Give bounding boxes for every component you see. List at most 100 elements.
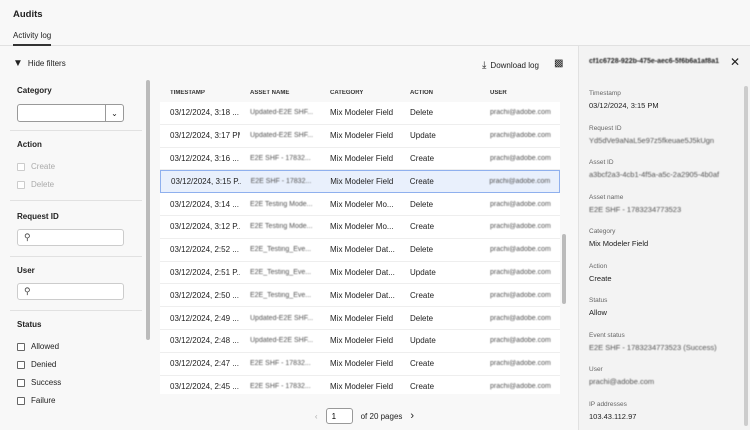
checkbox-success[interactable]: Success [17,378,61,387]
audit-table: TIMESTAMP ASSET NAME CATEGORY ACTION USE… [160,84,570,394]
cell-category: Mix Modeler Mo... [330,222,394,232]
table-row[interactable]: 03/12/2024, 3:14 ... E2E Testing Mode... M… [160,193,560,216]
filters-scrollbar[interactable] [146,80,150,340]
header: Audits Activity log [0,0,750,46]
cell-user: prachi@adobe.com [490,314,551,322]
cell-action: Update [410,131,436,141]
col-action[interactable]: ACTION [400,90,480,96]
col-user[interactable]: USER [480,90,560,96]
filters-panel: ▼ Hide filters Category ⌄ Action Create D… [0,46,152,430]
table-header: TIMESTAMP ASSET NAME CATEGORY ACTION USE… [160,84,570,102]
field-value: 103.43.112.97 [589,411,637,421]
table-row[interactable]: 03/12/2024, 3:15 P... E2E SHF - 17832... M… [160,170,560,194]
detail-field: Asset name E2E SHF - 1783234773523 [589,194,681,214]
cell-timestamp: 03/12/2024, 2:48 ... [170,336,239,346]
checkbox-failure[interactable]: Failure [17,396,55,405]
search-icon: ⚲ [24,286,31,296]
field-value: Create [589,273,612,283]
cell-user: prachi@adobe.com [490,382,551,390]
cell-category: Mix Modeler Field [330,313,394,323]
cell-user: prachi@adobe.com [490,223,551,231]
cell-user: prachi@adobe.com [490,200,551,208]
col-asset-name[interactable]: ASSET NAME [240,90,320,96]
download-log-button[interactable]: ⤓ Download log [482,60,539,71]
detail-field: IP addresses 103.43.112.97 [589,401,636,421]
cell-action: Delete [410,199,434,209]
cell-asset-name: Updated-E2E SHF... [250,132,314,140]
table-row[interactable]: 03/12/2024, 2:51 P... E2E_Testing_Eve... M… [160,261,560,285]
cell-action: Delete [410,245,434,255]
pagination: ‹ of 20 pages › [152,408,577,424]
column-settings-icon[interactable]: ▩ [554,58,563,69]
table-row[interactable]: 03/12/2024, 3:12 P... E2E Testing Mode...… [160,215,560,239]
field-label: Request ID [589,124,622,132]
col-timestamp[interactable]: TIMESTAMP [160,90,240,96]
table-row[interactable]: 03/12/2024, 2:45 ... E2E SHF - 17832... Mi… [160,375,560,394]
field-value: E2E SHF - 1783234773523 (Success) [589,342,717,352]
field-value: prachi@adobe.com [589,377,655,386]
table-row[interactable]: 03/12/2024, 2:47 ... E2E SHF - 17832... Mi… [160,352,560,376]
table-row[interactable]: 03/12/2024, 2:48 ... Updated-E2E SHF... Mi… [160,329,560,353]
table-row[interactable]: 03/12/2024, 3:18 ... Updated-E2E SHF... Mi… [160,102,560,125]
checkbox-denied[interactable]: Denied [17,360,56,369]
cell-category: Mix Modeler Field [330,359,394,369]
cell-asset-name: E2E SHF - 17832... [250,154,311,162]
cell-user: prachi@adobe.com [490,154,551,162]
detail-field: User prachi@adobe.com [589,366,654,386]
request-id-search-input[interactable]: ⚲ [17,229,124,246]
next-page-icon[interactable]: › [410,410,414,422]
field-label: Timestamp [589,90,621,97]
table-row[interactable]: 03/12/2024, 2:49 ... Updated-E2E SHF... Mi… [160,307,560,330]
cell-timestamp: 03/12/2024, 3:12 P... [170,222,240,232]
search-icon: ⚲ [24,232,31,242]
cell-category: Mix Modeler Field [330,108,394,118]
tab-activity-log[interactable]: Activity log [13,31,52,46]
cell-asset-name: Updated-E2E SHF... [250,314,314,322]
divider [10,256,142,257]
table-row[interactable]: 03/12/2024, 2:50 ... E2E_Testing_Eve... Mi… [160,284,560,308]
checkbox-delete[interactable]: Delete [17,180,54,189]
cell-user: prachi@adobe.com [490,291,551,299]
table-row[interactable]: 03/12/2024, 3:16 ... E2E SHF - 17832... Mi… [160,147,560,171]
chevron-down-icon[interactable]: ⌄ [105,105,123,121]
field-label: Action [589,262,608,270]
detail-scrollbar[interactable] [744,86,748,426]
cell-action: Create [410,222,435,232]
detail-panel: cf1c6728-922b-475e-aec6-5f6b6a1af8a1 ✕ T… [578,46,750,430]
cell-timestamp: 03/12/2024, 3:16 ... [170,153,239,163]
category-select[interactable]: ⌄ [17,104,124,122]
close-icon[interactable]: ✕ [730,55,740,69]
col-category[interactable]: CATEGORY [320,90,400,96]
table-scrollbar[interactable] [562,234,566,304]
cell-asset-name: E2E SHF - 17832... [250,178,312,186]
field-label: Asset name [589,193,624,201]
cell-timestamp: 03/12/2024, 3:18 ... [170,108,239,118]
hide-filters-button[interactable]: ▼ Hide filters [13,58,66,69]
cell-action: Create [410,290,435,300]
page-count: of 20 pages [360,411,403,421]
field-label: Status [589,297,608,304]
cell-user: prachi@adobe.com [490,246,551,254]
page-input[interactable] [325,408,353,424]
cell-category: Mix Modeler Field [330,381,394,391]
cell-asset-name: E2E SHF - 17832... [250,360,311,368]
checkbox-create[interactable]: Create [17,162,55,171]
cell-timestamp: 03/12/2024, 2:49 ... [170,313,239,323]
cell-action: Delete [410,108,434,118]
download-icon: ⤓ [482,60,487,71]
cell-action: Create [410,381,435,391]
user-search-input[interactable]: ⚲ [17,283,124,300]
table-row[interactable]: 03/12/2024, 2:52 ... E2E_Testing_Eve... Mi… [160,238,560,262]
divider [10,130,142,131]
field-value: a3bcf2a3-4cb1-4f5a-a5c-2a2905-4b0af [589,170,720,179]
field-label: Asset ID [589,159,614,166]
checkbox-allowed[interactable]: Allowed [17,342,59,351]
cell-category: Mix Modeler Dat... [330,290,395,300]
field-value: Allow [589,308,607,317]
cell-asset-name: E2E_Testing_Eve... [250,268,312,276]
table-row[interactable]: 03/12/2024, 3:17 PM Updated-E2E SHF... Mix… [160,124,560,148]
cell-category: Mix Modeler Field [330,153,394,163]
field-value: 03/12/2024, 3:15 PM [589,101,659,110]
cell-timestamp: 03/12/2024, 2:47 ... [170,359,239,369]
prev-page-icon[interactable]: ‹ [315,412,318,421]
